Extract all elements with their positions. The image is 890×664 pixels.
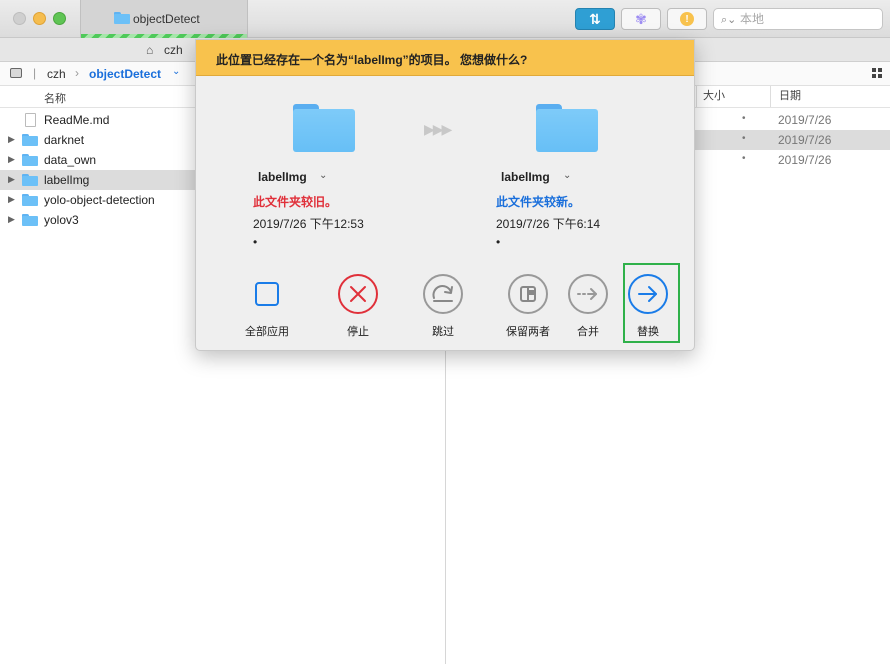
date-value: 2019/7/26 [778, 113, 832, 127]
zoom-window-button[interactable] [53, 12, 66, 25]
sync-button[interactable]: ⇅ [575, 8, 615, 30]
merge-arrow-icon [568, 274, 608, 314]
target-folder-name[interactable]: labelImg [501, 170, 550, 184]
info-icon: ! [680, 12, 694, 26]
merge-label: 合并 [577, 326, 599, 338]
folder-icon [293, 104, 355, 152]
folder-icon [22, 134, 38, 146]
breadcrumb-czh[interactable]: czh [47, 67, 66, 81]
apply-all-label: 全部应用 [245, 326, 289, 338]
target-date: 2019/7/26 下午6:14 [496, 217, 601, 231]
date-value: 2019/7/26 [778, 153, 832, 167]
replace-dialog: 此位置已经存在一个名为“labelImg”的项目。 您想做什么? ▶▶▶ lab… [195, 39, 695, 351]
source-bullet: • [253, 235, 258, 249]
breadcrumb-objectdetect[interactable]: objectDetect [89, 67, 161, 81]
folder-icon [22, 174, 38, 186]
disclosure-triangle-icon[interactable]: ▶ [8, 174, 15, 185]
markdown-file-icon [25, 113, 36, 127]
tab-label: objectDetect [133, 12, 200, 26]
stop-button[interactable]: 停止 [324, 266, 392, 342]
close-window-button[interactable] [13, 12, 26, 25]
tab-czh[interactable]: czh [164, 43, 183, 57]
grid-view-icon[interactable] [872, 68, 882, 78]
disclosure-triangle-icon[interactable]: ▶ [8, 194, 15, 205]
disclosure-triangle-icon[interactable]: ▶ [8, 134, 15, 145]
sync-arrows-icon: ⇅ [589, 10, 601, 27]
size-value: • [742, 153, 746, 164]
column-date[interactable]: 日期 [770, 86, 801, 107]
keep-both-label: 保留两者 [506, 326, 550, 338]
apply-all-button[interactable]: 全部应用 [233, 266, 301, 342]
size-value: • [742, 133, 746, 144]
chevron-down-icon[interactable]: ⌄ [172, 66, 180, 77]
search-icon: ⌕⌄ [721, 14, 737, 26]
tab-objectdetect[interactable]: objectDetect [80, 0, 248, 38]
chevron-down-icon[interactable]: ⌄ [563, 170, 571, 181]
column-name[interactable]: 名称 [44, 90, 66, 106]
skip-label: 跳过 [432, 326, 454, 338]
spinner-icon: ✾ [635, 10, 647, 27]
source-date: 2019/7/26 下午12:53 [253, 217, 364, 231]
minimize-window-button[interactable] [33, 12, 46, 25]
keep-both-button[interactable]: 保留两者 [494, 266, 562, 342]
size-value: • [742, 113, 746, 124]
merge-button[interactable]: 合并 [554, 266, 622, 342]
date-value: 2019/7/26 [778, 133, 832, 147]
source-folder-name[interactable]: labelImg [258, 170, 307, 184]
home-icon: ⌂ [146, 43, 154, 57]
search-box[interactable]: ⌕⌄ [713, 8, 883, 30]
target-bullet: • [496, 235, 501, 249]
replace-label: 替换 [637, 326, 659, 338]
column-size[interactable]: 大小 [696, 86, 725, 107]
keep-both-icon [508, 274, 548, 314]
file-name: darknet [44, 133, 85, 147]
skip-button[interactable]: 跳过 [409, 266, 477, 342]
chevron-right-icon: › [75, 66, 79, 80]
title-bar: objectDetect ⇅ ✾ ! ⌕⌄ [0, 0, 890, 38]
folder-icon [114, 12, 130, 24]
older-status: 此文件夹较旧。 [253, 195, 338, 209]
stop-label: 停止 [347, 326, 369, 338]
checkbox-icon [247, 274, 287, 314]
folder-icon [536, 104, 598, 152]
folder-icon [22, 194, 38, 206]
skip-arrow-icon [423, 274, 463, 314]
file-name: labelImg [44, 173, 90, 187]
newer-status: 此文件夹较新。 [496, 195, 581, 209]
file-name: yolov3 [44, 213, 79, 227]
activity-button[interactable]: ✾ [621, 8, 661, 30]
disclosure-triangle-icon[interactable]: ▶ [8, 214, 15, 225]
info-button[interactable]: ! [667, 8, 707, 30]
dialog-title: 此位置已经存在一个名为“labelImg”的项目。 您想做什么? [216, 53, 528, 67]
replace-button[interactable]: 替换 [614, 266, 682, 342]
arrow-right-icon [628, 274, 668, 314]
disclosure-triangle-icon[interactable]: ▶ [8, 154, 15, 165]
file-name: ReadMe.md [44, 113, 110, 127]
drive-icon[interactable] [10, 68, 22, 78]
path-separator: | [33, 66, 37, 80]
close-icon [338, 274, 378, 314]
arrows-icon: ▶▶▶ [424, 121, 452, 137]
folder-icon [22, 214, 38, 226]
file-name: yolo-object-detection [44, 193, 155, 207]
folder-icon [22, 154, 38, 166]
search-input[interactable] [740, 12, 876, 26]
dialog-header: 此位置已经存在一个名为“labelImg”的项目。 您想做什么? [196, 40, 694, 76]
file-name: data_own [44, 153, 97, 167]
chevron-down-icon[interactable]: ⌄ [319, 170, 327, 181]
